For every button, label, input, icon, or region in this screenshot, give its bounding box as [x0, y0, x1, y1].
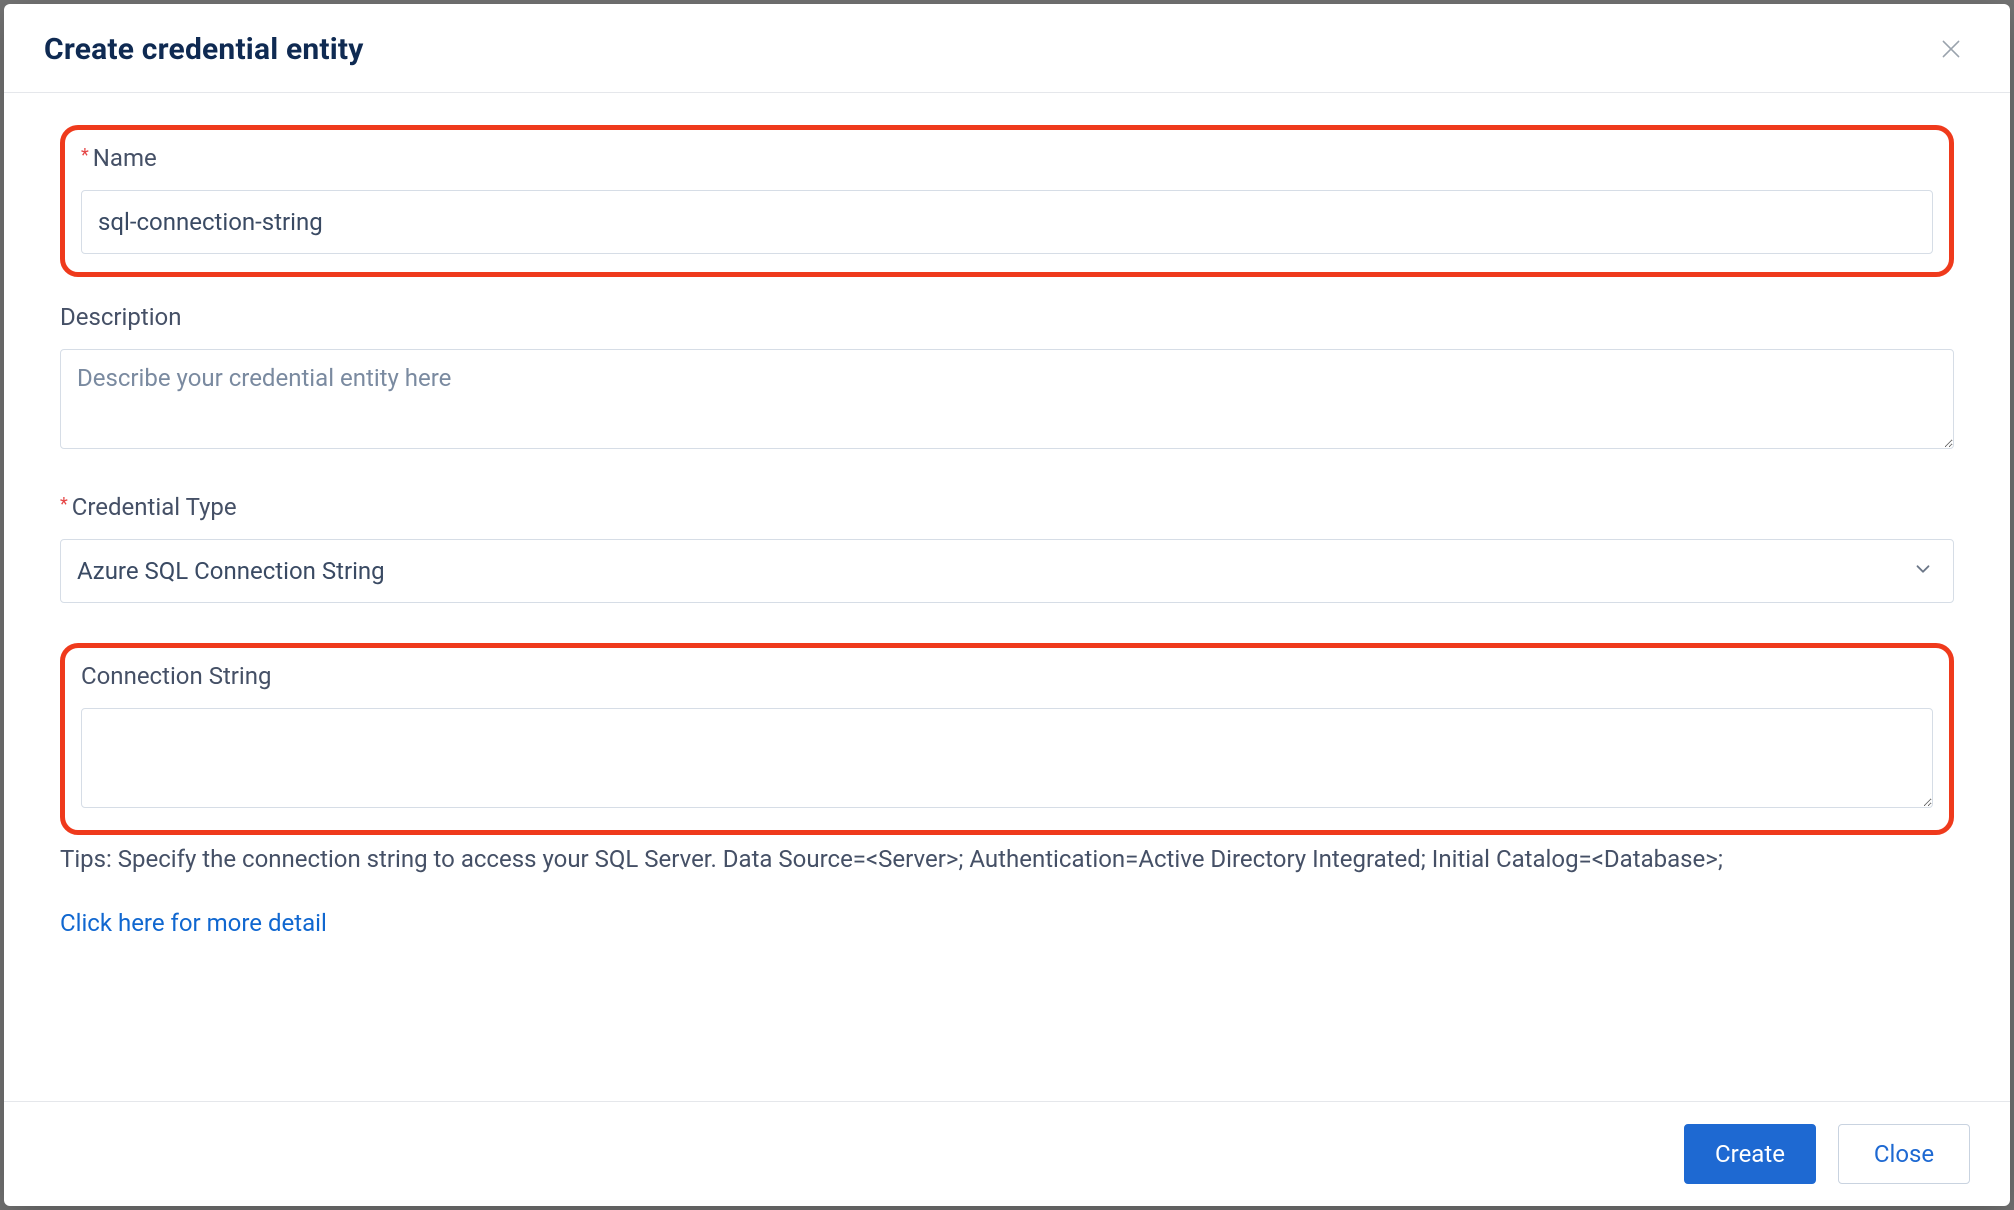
name-label-text: Name — [93, 144, 157, 172]
name-label: * Name — [81, 144, 1933, 172]
description-label-text: Description — [60, 303, 182, 331]
modal-title: Create credential entity — [44, 32, 364, 67]
description-field: Description — [60, 303, 1954, 453]
modal-footer: Create Close — [4, 1101, 2010, 1206]
credential-type-field: * Credential Type Azure SQL Connection S… — [60, 493, 1954, 603]
connection-string-input[interactable] — [81, 708, 1933, 808]
connection-string-label-text: Connection String — [81, 662, 272, 690]
connection-string-label: Connection String — [81, 662, 1933, 690]
more-detail-link[interactable]: Click here for more detail — [60, 909, 327, 937]
modal-header: Create credential entity — [4, 4, 2010, 93]
credential-type-label-text: Credential Type — [72, 493, 237, 521]
close-button[interactable]: Close — [1838, 1124, 1970, 1184]
credential-type-label: * Credential Type — [60, 493, 1954, 521]
description-input[interactable] — [60, 349, 1954, 449]
create-credential-modal: Create credential entity * Name Descript… — [4, 4, 2010, 1206]
description-label: Description — [60, 303, 1954, 331]
create-button[interactable]: Create — [1684, 1124, 1816, 1184]
required-asterisk: * — [81, 147, 89, 165]
name-highlight-box: * Name — [60, 125, 1954, 277]
modal-body: * Name Description * Credential Type Azu… — [4, 93, 2010, 1101]
required-asterisk: * — [60, 496, 68, 514]
credential-type-select[interactable]: Azure SQL Connection String — [60, 539, 1954, 603]
connection-string-highlight-box: Connection String — [60, 643, 1954, 835]
name-input[interactable] — [81, 190, 1933, 254]
credential-type-select-wrap: Azure SQL Connection String — [60, 539, 1954, 603]
tips-text: Tips: Specify the connection string to a… — [60, 841, 1954, 877]
close-icon[interactable] — [1932, 30, 1970, 68]
